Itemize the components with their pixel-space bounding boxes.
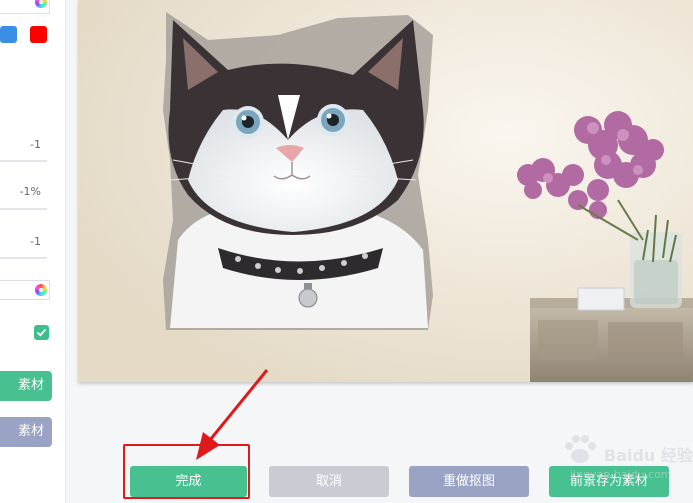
- settings-panel: -1 -1% -1 素材 素材: [0, 0, 66, 503]
- watermark-url: jingyan.baidu.com: [570, 468, 672, 481]
- cancel-button[interactable]: 取消: [269, 466, 389, 497]
- slider-value-1: -1: [30, 138, 41, 151]
- check-icon: [36, 328, 47, 337]
- done-button[interactable]: 完成: [130, 466, 247, 497]
- cat-illustration: [168, 20, 428, 328]
- slider-value-3: -1: [30, 235, 41, 248]
- cutout-preview-image: [78, 0, 693, 382]
- watermark: Baidu 经验 jingyan.baidu.com: [560, 430, 693, 481]
- slider-value-2: -1%: [19, 185, 41, 198]
- slider-track-1[interactable]: [0, 160, 47, 162]
- color-wheel-icon[interactable]: [35, 284, 47, 296]
- add-to-material-button[interactable]: 素材: [0, 371, 52, 401]
- slider-track-3[interactable]: [0, 257, 47, 259]
- color-input-bottom[interactable]: [0, 280, 50, 300]
- card-illustration: [577, 287, 625, 311]
- color-wheel-icon[interactable]: [35, 0, 47, 8]
- editing-canvas[interactable]: [78, 0, 693, 382]
- color-input-top[interactable]: [0, 0, 50, 14]
- paw-logo-icon: [565, 435, 596, 463]
- save-material-button[interactable]: 素材: [0, 417, 52, 447]
- table-illustration: [530, 298, 693, 382]
- redo-matting-button[interactable]: 重做抠图: [409, 466, 529, 497]
- color-swatch-blue[interactable]: [0, 26, 17, 43]
- slider-track-2[interactable]: [0, 208, 47, 210]
- watermark-brand: Baidu 经验: [604, 446, 693, 465]
- color-swatch-red[interactable]: [30, 26, 47, 43]
- checkbox-checked[interactable]: [34, 325, 49, 340]
